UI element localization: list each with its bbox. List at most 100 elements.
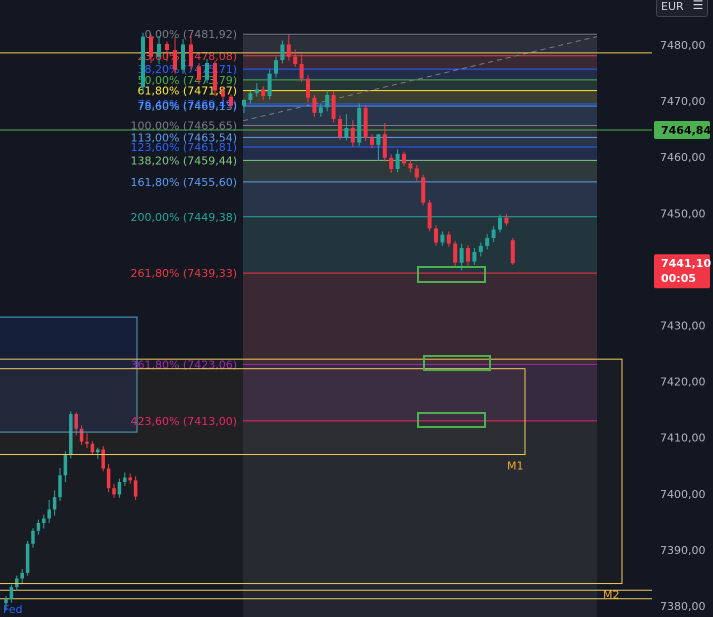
fib-band <box>243 79 597 91</box>
candle-body <box>306 78 310 98</box>
candle-body <box>205 62 209 80</box>
zone-m1-label: M1 <box>507 460 524 473</box>
fed-event-marker[interactable]: Fed <box>3 603 22 616</box>
candle-body <box>9 586 14 600</box>
candle-body <box>491 229 496 238</box>
candle-body <box>280 44 285 61</box>
candle-body <box>453 243 458 263</box>
candle <box>141 32 145 93</box>
candle <box>510 237 515 265</box>
fib-band <box>243 160 597 182</box>
candle-body <box>267 73 272 97</box>
price-chart[interactable]: 0,00% (7481,92)23,60% (7478,08)38,20% (7… <box>0 0 713 617</box>
candle-body <box>363 107 368 138</box>
candle-body <box>293 56 298 65</box>
candle-body <box>338 119 342 138</box>
fib-level-label: 261,80% (7439,33) <box>130 267 237 280</box>
candle-countdown-label: 00:05 <box>661 272 696 285</box>
candle <box>357 103 362 146</box>
zone-m1[interactable] <box>0 368 526 456</box>
fib-band <box>243 137 597 148</box>
zone-m2-label: M2 <box>603 589 620 602</box>
fib-band <box>243 105 597 126</box>
price-tick-label: 7430,00 <box>660 320 706 333</box>
price-tick-label: 7400,00 <box>660 488 706 501</box>
line-price-label: 7464,84 <box>661 124 711 137</box>
candle-body <box>459 248 464 263</box>
currency-label: EUR <box>661 0 684 13</box>
candle-body <box>312 97 317 113</box>
candle <box>421 174 426 206</box>
price-tick-label: 7410,00 <box>660 432 706 445</box>
fib-band <box>243 147 597 161</box>
candle-body <box>181 44 185 70</box>
candle-body <box>414 168 419 178</box>
candle-body <box>221 90 225 97</box>
candle-body <box>331 94 336 120</box>
candle <box>267 69 272 100</box>
fib-band <box>243 181 597 217</box>
candle-body <box>421 177 426 203</box>
candle-body <box>254 89 259 94</box>
candle-body <box>141 36 145 88</box>
candle-body <box>402 153 406 164</box>
candle-body <box>478 245 483 253</box>
candle-body <box>274 60 278 74</box>
fib-level-label: 200,00% (7449,38) <box>130 211 237 224</box>
candle-body <box>173 50 177 70</box>
candle-body <box>376 134 381 145</box>
candle-body <box>149 36 153 57</box>
candle-body <box>434 228 438 243</box>
hamburger-menu-icon[interactable]: ☰ <box>686 0 710 12</box>
candle-body <box>427 202 432 229</box>
price-axis-background <box>652 0 713 617</box>
price-tick-label: 7450,00 <box>660 207 706 220</box>
candle-body <box>229 96 233 106</box>
price-axis[interactable]: 7480,007470,007460,007450,007440,007430,… <box>652 0 713 617</box>
price-tick-label: 7420,00 <box>660 376 706 389</box>
candle-body <box>440 234 445 243</box>
candle-body <box>395 153 400 169</box>
candle-body <box>157 43 161 57</box>
candle-body <box>213 62 217 91</box>
fib-level-label: 123,60% (7461,81) <box>130 141 237 154</box>
fib-band <box>243 125 597 138</box>
fib-level-label: 161,80% (7455,60) <box>130 176 237 189</box>
current-price-label: 7441,10 <box>661 257 711 270</box>
candle-body <box>466 248 470 262</box>
candle-body <box>357 107 362 143</box>
price-tick-label: 7470,00 <box>660 95 706 108</box>
candle-body <box>299 64 304 79</box>
candle-body <box>261 89 266 97</box>
candle-body <box>504 217 509 224</box>
price-tick-label: 7460,00 <box>660 151 706 164</box>
candle-body <box>248 93 253 100</box>
candle-body <box>344 128 349 138</box>
fib-level-label: 78,60% (7469,13) <box>137 100 237 113</box>
fib-level-label: 138,20% (7459,44) <box>130 154 237 167</box>
candle <box>427 199 432 232</box>
price-tick-label: 7380,00 <box>660 600 706 613</box>
candle-body <box>382 134 387 158</box>
candle-body <box>389 157 394 169</box>
candle <box>453 240 458 267</box>
price-tick-label: 7480,00 <box>660 39 706 52</box>
candle <box>338 115 342 140</box>
candle-body <box>370 137 374 145</box>
candle-body <box>498 217 502 230</box>
candle-body <box>197 66 201 80</box>
candle-body <box>189 44 193 67</box>
candle-body <box>165 43 169 51</box>
candle-body <box>408 163 413 169</box>
candle <box>331 91 336 123</box>
fib-band <box>243 216 597 274</box>
candle-body <box>485 237 490 246</box>
candle-body <box>446 234 451 244</box>
candle-body <box>325 94 330 108</box>
fib-band <box>243 90 597 104</box>
candle-body <box>510 240 515 264</box>
candle-body <box>350 128 355 143</box>
candle-body <box>242 99 246 106</box>
candle <box>363 105 368 141</box>
candle-body <box>318 107 323 113</box>
